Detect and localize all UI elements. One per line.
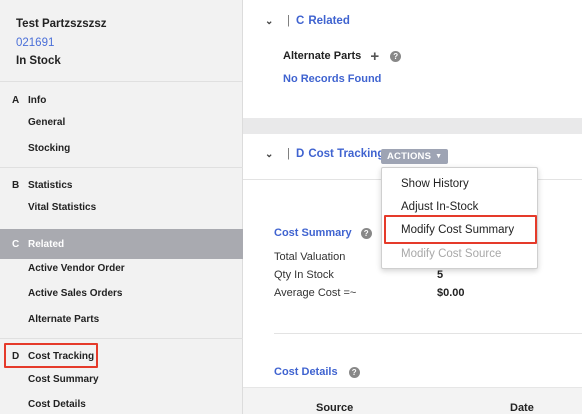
cost-details-heading: Cost Details ? xyxy=(274,366,360,378)
alternate-parts-text: Alternate Parts xyxy=(283,50,362,62)
cost-tracking-section-header[interactable]: ⌄ | D Cost Tracking xyxy=(265,148,384,160)
menu-item-show-history[interactable]: Show History xyxy=(401,176,469,192)
section-letter: D xyxy=(296,148,305,160)
caret-down-icon: ▼ xyxy=(435,153,443,160)
alternate-parts-label: Alternate Parts + ? xyxy=(283,49,402,64)
chevron-down-icon[interactable]: ⌄ xyxy=(265,149,279,160)
section-label: Related xyxy=(28,238,65,250)
highlight-modify-cost-summary xyxy=(384,215,537,244)
help-icon[interactable]: ? xyxy=(360,227,372,239)
cost-details-text: Cost Details xyxy=(274,366,338,378)
average-cost-label: Average Cost =~ xyxy=(274,287,357,299)
menu-item-modify-cost-source: Modify Cost Source xyxy=(401,248,502,260)
part-number-link[interactable]: 021691 xyxy=(16,35,242,52)
no-records-text: No Records Found xyxy=(283,73,382,85)
actions-dropdown-menu: Show History Adjust In-Stock Modify Cost… xyxy=(381,167,538,269)
column-header-date[interactable]: Date xyxy=(510,402,534,414)
sidebar-item-general[interactable]: General xyxy=(28,116,65,130)
related-section-title: Related xyxy=(308,15,350,27)
section-label: Info xyxy=(28,94,47,106)
related-section-header[interactable]: ⌄ | C Related xyxy=(265,15,350,27)
section-letter: C xyxy=(12,238,20,250)
sidebar-item-active-vendor-order[interactable]: Active Vendor Order xyxy=(28,262,125,276)
qty-in-stock-value: 5 xyxy=(437,269,444,281)
chevron-down-icon[interactable]: ⌄ xyxy=(265,16,279,27)
sidebar-section-related[interactable]: C Related xyxy=(0,229,243,259)
highlight-cost-tracking xyxy=(4,343,98,368)
related-panel: ⌄ | C Related Alternate Parts + ? No Rec… xyxy=(243,0,582,118)
part-header: Test Partzszszsz 021691 In Stock xyxy=(0,0,242,82)
add-icon[interactable]: + xyxy=(370,49,379,64)
help-icon[interactable]: ? xyxy=(348,366,360,378)
sidebar-item-cost-summary[interactable]: Cost Summary xyxy=(28,373,99,387)
part-name: Test Partzszszsz xyxy=(16,18,107,30)
sidebar-item-active-sales-orders[interactable]: Active Sales Orders xyxy=(28,287,123,301)
section-letter: A xyxy=(12,94,20,106)
sidebar-item-alternate-parts[interactable]: Alternate Parts xyxy=(28,313,99,327)
main-content: ⌄ | C Related Alternate Parts + ? No Rec… xyxy=(243,0,582,414)
sidebar-item-vital-statistics[interactable]: Vital Statistics xyxy=(28,201,96,215)
section-letter: C xyxy=(296,15,305,27)
divider xyxy=(274,333,582,334)
total-valuation-label: Total Valuation xyxy=(274,251,346,263)
column-header-source[interactable]: Source xyxy=(316,402,353,414)
separator: | xyxy=(287,15,290,27)
divider xyxy=(0,167,243,168)
cost-details-table-header: Source Date xyxy=(243,387,582,414)
part-status: In Stock xyxy=(16,55,61,67)
section-gap xyxy=(243,118,582,134)
sidebar-section-statistics[interactable]: B Statistics xyxy=(0,171,243,199)
actions-button[interactable]: ACTIONS ▼ xyxy=(381,149,449,164)
separator: | xyxy=(287,148,290,160)
actions-label: ACTIONS xyxy=(387,151,432,162)
sidebar-item-cost-details[interactable]: Cost Details xyxy=(28,398,86,412)
menu-item-adjust-in-stock[interactable]: Adjust In-Stock xyxy=(401,199,478,215)
sidebar-section-info[interactable]: A Info xyxy=(0,86,243,114)
sidebar-item-stocking[interactable]: Stocking xyxy=(28,142,70,156)
qty-in-stock-label: Qty In Stock xyxy=(274,269,334,281)
section-letter: B xyxy=(12,179,20,191)
cost-summary-heading: Cost Summary ? xyxy=(274,227,372,239)
section-label: Statistics xyxy=(28,179,73,191)
divider xyxy=(0,338,243,339)
cost-summary-text: Cost Summary xyxy=(274,227,352,239)
sidebar: Test Partzszszsz 021691 In Stock A Info … xyxy=(0,0,243,414)
average-cost-value: $0.00 xyxy=(437,287,465,299)
cost-tracking-section-title: Cost Tracking xyxy=(308,148,385,160)
help-icon[interactable]: ? xyxy=(390,50,402,62)
